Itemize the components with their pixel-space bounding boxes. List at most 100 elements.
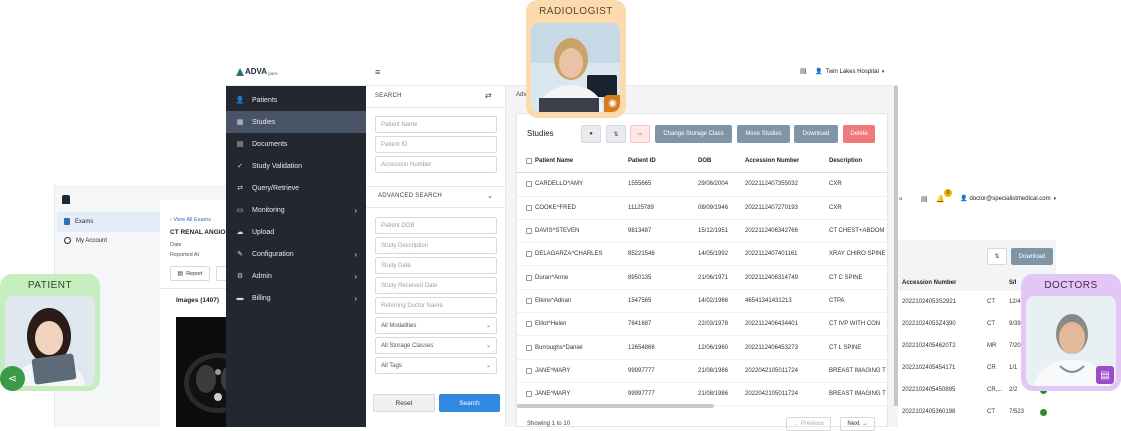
table-row[interactable]: Elkins^Adrian 1547565 14/02/1966 4654134143… — [517, 290, 888, 314]
patient-dob-input[interactable]: Patient DOB — [375, 217, 497, 234]
table-row[interactable]: CARDELLO^AMY 1555665 29/06/2004 20221124073… — [517, 173, 888, 197]
doc-row-accession: 20221024054620T2 — [902, 343, 956, 349]
doc-row-modality: CR,... — [987, 387, 1003, 393]
previous-button[interactable]: ← Previous — [786, 417, 831, 431]
doc-column-toggle-icon[interactable]: ⇅ — [987, 248, 1007, 265]
sidebar-item-configuration[interactable]: ✎ Configuration › — [226, 243, 366, 265]
row-checkbox[interactable] — [526, 251, 532, 258]
table-row[interactable]: JANE^MARY 99997777 21/08/1986 2022042105011… — [517, 383, 888, 407]
sidebar-item-upload[interactable]: ☁ Upload — [226, 221, 366, 243]
change-storage-class-button[interactable]: Change Storage Class — [655, 125, 732, 143]
table-row[interactable]: Burroughs^Daniel 12654866 12/06/1960 202211… — [517, 336, 888, 360]
row-checkbox[interactable] — [526, 274, 532, 281]
doc-user-menu[interactable]: 👤 doctor@specialistmedical.com ▾ — [960, 195, 1057, 203]
modalities-select[interactable]: All Modalities ⌄ — [375, 317, 497, 334]
document-icon[interactable]: ▤ — [921, 195, 928, 203]
move-studies-button[interactable]: Move Studies — [737, 125, 790, 143]
cell-patient-id: 1555665 — [628, 181, 652, 188]
filter-icon[interactable]: ● — [581, 125, 601, 143]
radiologist-badge: RADIOLOGIST ◉ — [526, 0, 626, 118]
eye-icon[interactable]: ◉ — [604, 95, 620, 112]
sidebar-item-admin[interactable]: ⚙ Admin › — [226, 265, 366, 287]
report-button[interactable]: ▤ Report — [170, 266, 210, 281]
nav-account-item[interactable]: My Account — [64, 237, 107, 244]
merge-icon[interactable]: ⇨ — [630, 125, 650, 143]
header-name[interactable]: Patient Name — [526, 150, 573, 172]
study-received-date-input[interactable]: Study Received Date — [375, 277, 497, 294]
table-row[interactable]: Duran^Anne 8950135 21/06/1971 2022112406314… — [517, 267, 888, 290]
header-accession[interactable]: Accession Number — [745, 150, 799, 172]
row-checkbox[interactable] — [526, 297, 532, 304]
table-row[interactable]: JANE^MARY 99997777 21/08/1986 2022042105011… — [517, 360, 888, 383]
sidebar-item-study-validation[interactable]: ✓ Study Validation — [226, 155, 366, 177]
header-id[interactable]: Patient ID — [628, 150, 656, 172]
storage-classes-select[interactable]: All Storage Classes ⌄ — [375, 337, 497, 354]
row-checkbox[interactable] — [526, 344, 532, 351]
advanced-search-heading[interactable]: ADVANCED SEARCH — [378, 193, 442, 199]
cell-description: CT C SPINE — [829, 274, 863, 281]
swap-icon[interactable]: ⇄ — [485, 91, 492, 100]
hamburger-menu-icon[interactable]: ≡ — [375, 67, 380, 77]
patient-id-input[interactable]: Patient ID — [375, 136, 497, 153]
doc-download-button[interactable]: Download — [1011, 248, 1053, 265]
patient-badge: PATIENT ⋖ — [0, 274, 100, 391]
row-checkbox[interactable] — [526, 391, 532, 398]
tags-select[interactable]: All Tags ⌄ — [375, 357, 497, 374]
horizontal-scrollbar[interactable] — [517, 404, 714, 408]
accession-number-input[interactable]: Accession Number — [375, 156, 497, 173]
exam-title: CT RENAL ANGIOG — [170, 229, 231, 236]
hospital-menu[interactable]: 👤 Twin Lakes Hospital ▾ — [815, 68, 884, 76]
sidebar-item-monitoring[interactable]: ▭ Monitoring › — [226, 199, 366, 221]
logo-mark-icon — [236, 67, 244, 76]
app-logo[interactable]: ADVA pacs — [236, 67, 278, 76]
sidebar-item-query-retrieve[interactable]: ⇄ Query/Retrieve — [226, 177, 366, 199]
header-description[interactable]: Description — [829, 150, 862, 172]
sidebar-item-patients[interactable]: 👤 Patients — [226, 89, 366, 111]
search-panel: SEARCH ⇄ Patient Name Patient ID Accessi… — [366, 86, 506, 427]
sidebar-item-documents[interactable]: ▤ Documents — [226, 133, 366, 155]
study-date-input[interactable]: Study Date — [375, 257, 497, 274]
cell-dob: 12/06/1960 — [698, 344, 729, 351]
table-row[interactable]: DELAGARZA^CHARLES 85221546 14/05/1992 20221… — [517, 243, 888, 267]
cell-accession: 2022112407401161 — [745, 251, 798, 258]
header-dob[interactable]: DOB — [698, 150, 711, 172]
reset-button[interactable]: Reset — [373, 394, 435, 412]
sidebar-item-studies[interactable]: ▦ Studies — [226, 111, 366, 133]
row-checkbox[interactable] — [526, 204, 532, 211]
documents-icon: ▤ — [236, 141, 244, 148]
nav-exams-item[interactable]: Exams — [64, 218, 93, 225]
table-row[interactable]: COOKE^FRED 11125789 08/09/1946 202211240727… — [517, 197, 888, 220]
notes-icon[interactable]: ▤ — [1096, 366, 1114, 384]
cell-dob: 14/02/1966 — [698, 297, 729, 304]
table-row[interactable]: Elliot^Helen 7841687 22/03/1978 20221124064… — [517, 313, 888, 337]
doc-row-si: 7/523 — [1009, 409, 1025, 415]
share-icon[interactable]: ⋖ — [0, 366, 25, 391]
next-button[interactable]: Next → — [840, 417, 875, 431]
row-checkbox[interactable] — [526, 321, 532, 328]
bell-icon[interactable]: 🔔 — [936, 195, 945, 203]
back-link[interactable]: ‹ View All Exams — [170, 217, 211, 223]
chevron-down-icon[interactable]: ⌄ — [487, 192, 493, 200]
study-description-input[interactable]: Study Description — [375, 237, 497, 254]
download-button[interactable]: Download — [794, 125, 838, 143]
vertical-scrollbar[interactable] — [894, 86, 898, 406]
referring-doctor-input[interactable]: Referring Doctor Name — [375, 297, 497, 314]
patient-name-input[interactable]: Patient Name — [375, 116, 497, 133]
row-checkbox[interactable] — [526, 181, 532, 188]
select-all-checkbox[interactable] — [526, 158, 532, 165]
cell-patient-id: 9813487 — [628, 228, 652, 235]
column-toggle-icon[interactable]: ⇅ — [606, 125, 626, 143]
search-button[interactable]: Search — [439, 394, 500, 412]
sidebar-item-billing[interactable]: ▬ Billing › — [226, 287, 366, 309]
row-checkbox[interactable] — [526, 228, 532, 235]
document-icon[interactable]: ▤ — [800, 67, 807, 75]
delete-button[interactable]: Delete — [843, 125, 875, 143]
chevron-down-icon: ⌄ — [485, 323, 491, 329]
table-row[interactable]: DAVIS^STEVEN 9813487 15/12/1951 20221124063… — [517, 220, 888, 244]
cell-accession: 46541341431213 — [745, 297, 792, 304]
row-checkbox[interactable] — [526, 367, 532, 374]
doc-row-modality: CR — [987, 365, 996, 371]
chevron-down-icon: ▾ — [1053, 195, 1057, 202]
chevron-right-icon: › — [354, 249, 357, 259]
account-icon — [64, 237, 71, 244]
